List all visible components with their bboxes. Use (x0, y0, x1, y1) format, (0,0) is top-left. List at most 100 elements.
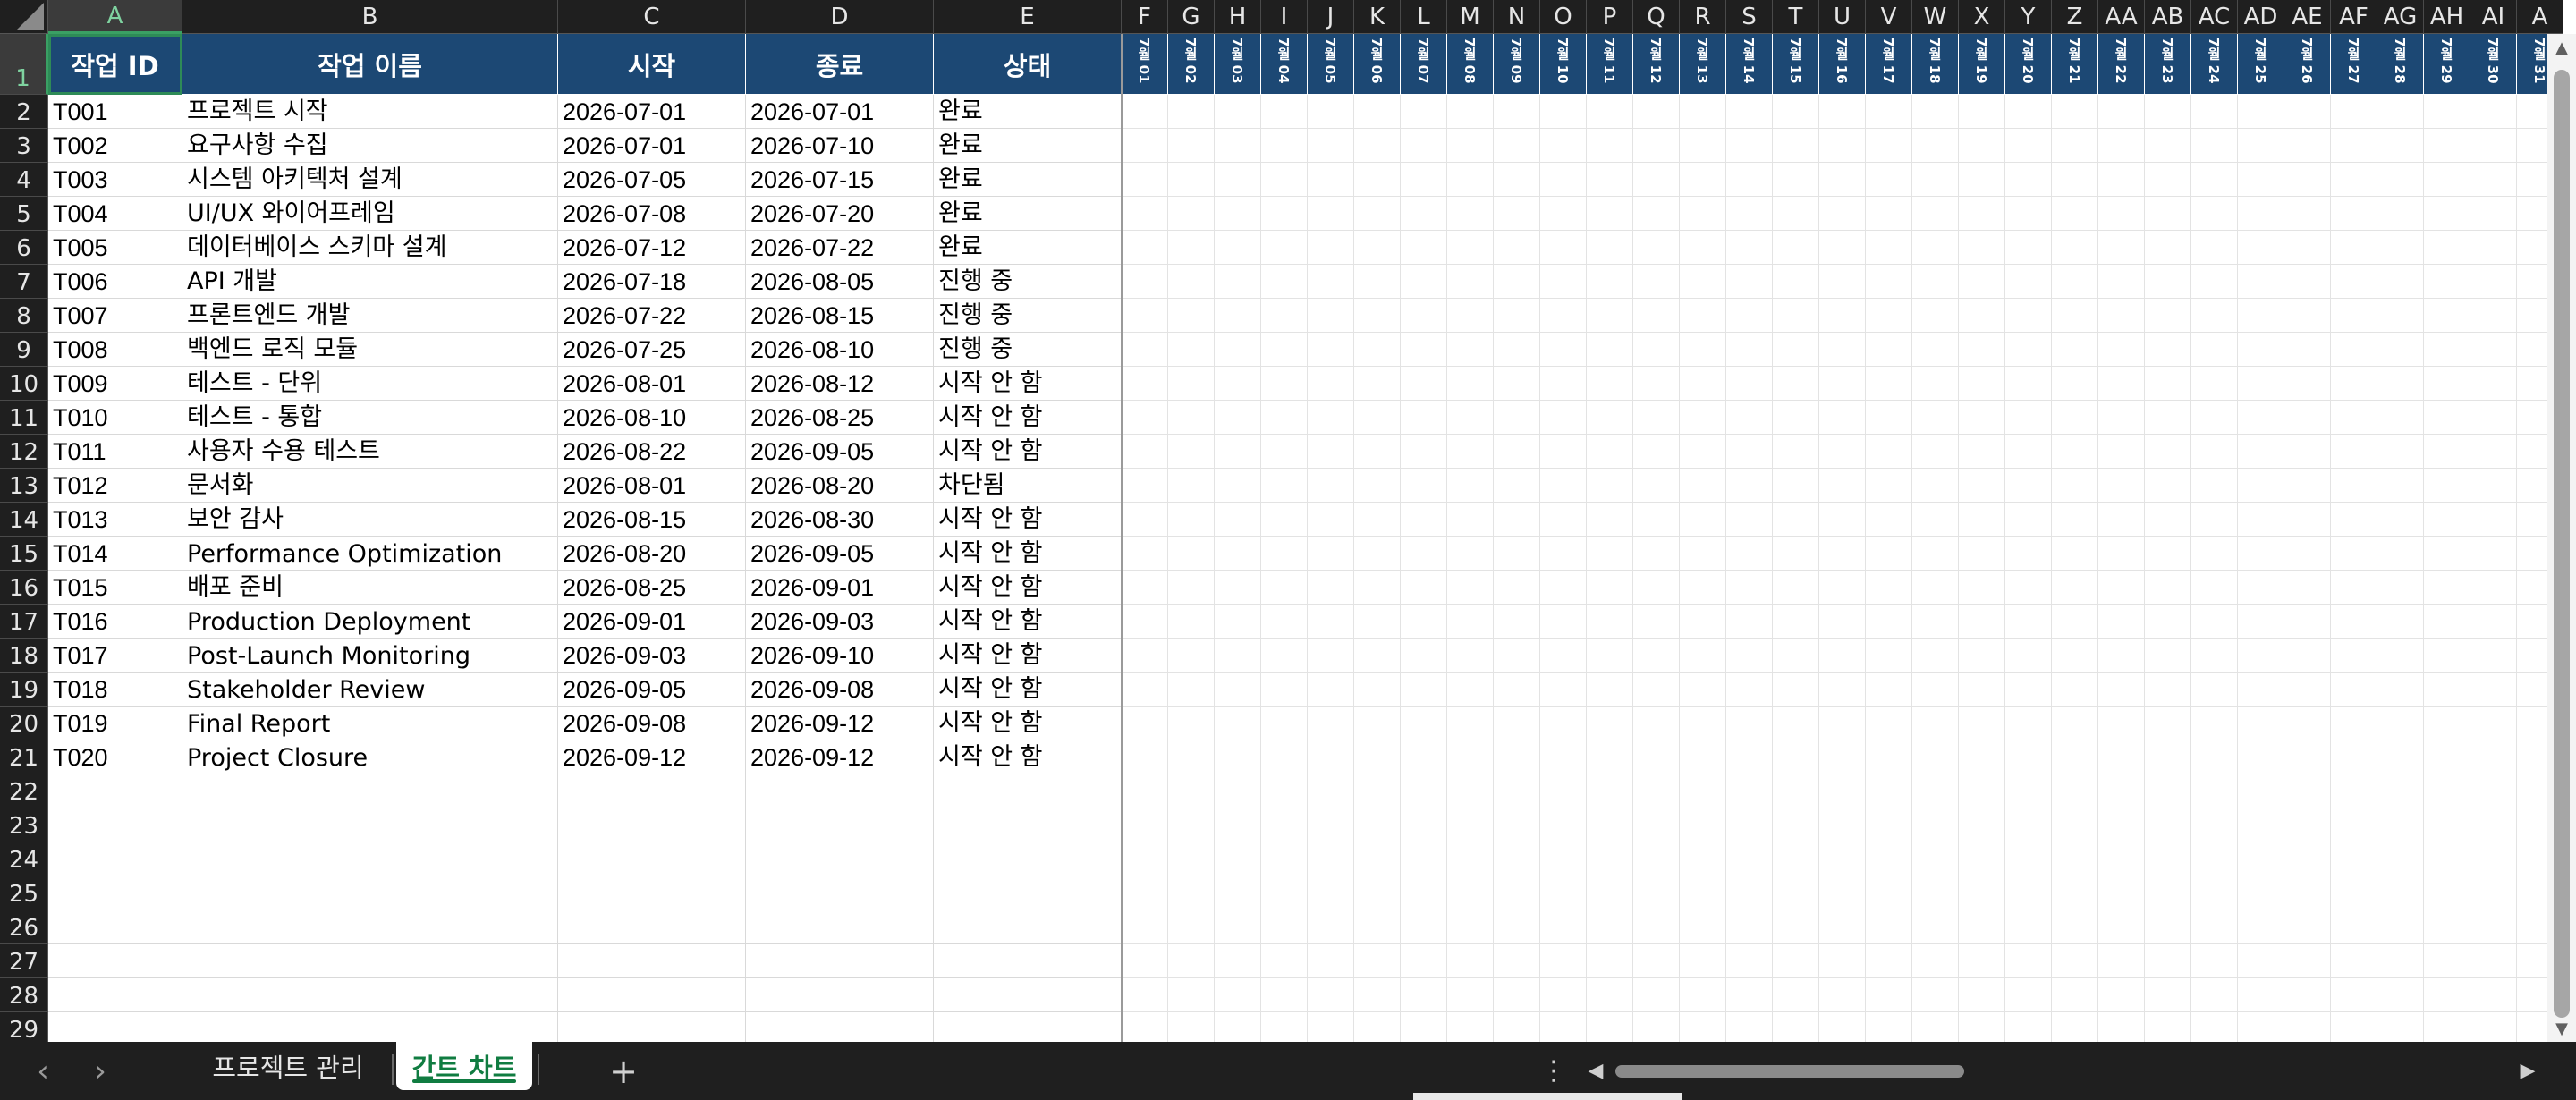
date-header-cell[interactable]: 7월 10 (1540, 34, 1587, 95)
column-header[interactable]: AF (2331, 0, 2377, 34)
gantt-cell[interactable] (1819, 944, 1866, 978)
date-header-cell[interactable]: 7월 04 (1261, 34, 1308, 95)
gantt-cell[interactable] (1633, 95, 1680, 129)
gantt-cell[interactable] (1540, 876, 1587, 910)
gantt-cell[interactable] (1912, 367, 1959, 401)
start-date-cell[interactable]: 2026-08-22 (558, 435, 746, 469)
gantt-cell[interactable] (1168, 129, 1215, 163)
gantt-cell[interactable] (2284, 503, 2331, 537)
gantt-cell[interactable] (1261, 163, 1308, 197)
task-id-cell[interactable]: T019 (48, 707, 182, 740)
tab-project-management[interactable]: 프로젝트 관리 (186, 1042, 390, 1090)
gantt-cell[interactable] (2145, 129, 2191, 163)
gantt-cell[interactable] (2470, 910, 2517, 944)
task-name-cell[interactable]: 시스템 아키텍처 설계 (182, 163, 558, 197)
row-header[interactable]: 28 (0, 978, 48, 1012)
gantt-cell[interactable] (2424, 333, 2470, 367)
row-header[interactable]: 25 (0, 876, 48, 910)
gantt-cell[interactable] (2191, 1012, 2238, 1042)
gantt-cell[interactable] (2377, 197, 2424, 231)
gantt-cell[interactable] (2470, 231, 2517, 265)
date-header-cell[interactable]: 7월 14 (1726, 34, 1773, 95)
gantt-cell[interactable] (1726, 673, 1773, 707)
gantt-cell[interactable] (2238, 95, 2284, 129)
gantt-cell[interactable] (1261, 842, 1308, 876)
status-cell[interactable]: 시작 안 함 (934, 435, 1122, 469)
date-header-cell[interactable]: 7월 21 (2052, 34, 2098, 95)
gantt-cell[interactable] (2052, 740, 2098, 774)
gantt-cell[interactable] (1354, 129, 1401, 163)
end-date-cell[interactable] (746, 842, 934, 876)
gantt-cell[interactable] (1726, 876, 1773, 910)
gantt-cell[interactable] (1447, 163, 1494, 197)
gantt-cell[interactable] (1354, 808, 1401, 842)
date-header-cell[interactable]: 7월 22 (2098, 34, 2145, 95)
gantt-cell[interactable] (2145, 197, 2191, 231)
gantt-cell[interactable] (1587, 673, 1633, 707)
gantt-cell[interactable] (1401, 740, 1447, 774)
gantt-cell[interactable] (2191, 503, 2238, 537)
gantt-cell[interactable] (1819, 401, 1866, 435)
start-date-cell[interactable] (558, 944, 746, 978)
gantt-cell[interactable] (1680, 265, 1726, 299)
task-id-cell[interactable] (48, 808, 182, 842)
gantt-cell[interactable] (2191, 774, 2238, 808)
gantt-cell[interactable] (1819, 333, 1866, 367)
gantt-cell[interactable] (1819, 367, 1866, 401)
gantt-cell[interactable] (1215, 740, 1261, 774)
gantt-cell[interactable] (1122, 944, 1168, 978)
gantt-cell[interactable] (2470, 401, 2517, 435)
gantt-cell[interactable] (2005, 808, 2052, 842)
gantt-cell[interactable] (1261, 197, 1308, 231)
gantt-cell[interactable] (1215, 910, 1261, 944)
gantt-cell[interactable] (2005, 707, 2052, 740)
gantt-cell[interactable] (2052, 469, 2098, 503)
task-name-cell[interactable]: 테스트 - 단위 (182, 367, 558, 401)
gantt-cell[interactable] (2377, 95, 2424, 129)
date-header-cell[interactable]: 7월 25 (2238, 34, 2284, 95)
gantt-cell[interactable] (2052, 299, 2098, 333)
gantt-cell[interactable] (2145, 265, 2191, 299)
gantt-cell[interactable] (1401, 537, 1447, 571)
gantt-cell[interactable] (2331, 707, 2377, 740)
gantt-cell[interactable] (2424, 401, 2470, 435)
gantt-cell[interactable] (1540, 435, 1587, 469)
gantt-cell[interactable] (1773, 401, 1819, 435)
gantt-cell[interactable] (1215, 876, 1261, 910)
gantt-cell[interactable] (2284, 401, 2331, 435)
gantt-cell[interactable] (1587, 537, 1633, 571)
gantt-cell[interactable] (2145, 95, 2191, 129)
gantt-cell[interactable] (1726, 333, 1773, 367)
gantt-cell[interactable] (1494, 129, 1540, 163)
task-id-cell[interactable]: T002 (48, 129, 182, 163)
gantt-cell[interactable] (2284, 639, 2331, 673)
task-name-cell[interactable]: Production Deployment (182, 605, 558, 639)
gantt-cell[interactable] (1122, 231, 1168, 265)
gantt-cell[interactable] (2052, 978, 2098, 1012)
gantt-cell[interactable] (1308, 605, 1354, 639)
gantt-cell[interactable] (2284, 605, 2331, 639)
gantt-cell[interactable] (1494, 944, 1540, 978)
gantt-cell[interactable] (1819, 707, 1866, 740)
gantt-cell[interactable] (2005, 333, 2052, 367)
status-cell[interactable]: 시작 안 함 (934, 740, 1122, 774)
gantt-cell[interactable] (2052, 95, 2098, 129)
gantt-cell[interactable] (1308, 571, 1354, 605)
gantt-cell[interactable] (1215, 537, 1261, 571)
gantt-cell[interactable] (1633, 299, 1680, 333)
gantt-cell[interactable] (2052, 333, 2098, 367)
end-date-cell[interactable]: 2026-08-20 (746, 469, 934, 503)
gantt-cell[interactable] (1122, 842, 1168, 876)
gantt-cell[interactable] (2238, 808, 2284, 842)
gantt-cell[interactable] (2377, 571, 2424, 605)
task-name-cell[interactable] (182, 910, 558, 944)
gantt-cell[interactable] (1587, 367, 1633, 401)
gantt-cell[interactable] (1308, 944, 1354, 978)
gantt-cell[interactable] (1308, 537, 1354, 571)
gantt-cell[interactable] (1959, 639, 2005, 673)
spreadsheet-grid[interactable]: A B C D E F G H I J K L M N O P Q R S T U V W X Y Z AA AB AC AD AE AF AG… (0, 0, 2576, 1042)
column-header[interactable]: AA (2098, 0, 2145, 34)
gantt-cell[interactable] (1308, 740, 1354, 774)
gantt-cell[interactable] (1866, 673, 1912, 707)
column-header[interactable]: AE (2284, 0, 2331, 34)
